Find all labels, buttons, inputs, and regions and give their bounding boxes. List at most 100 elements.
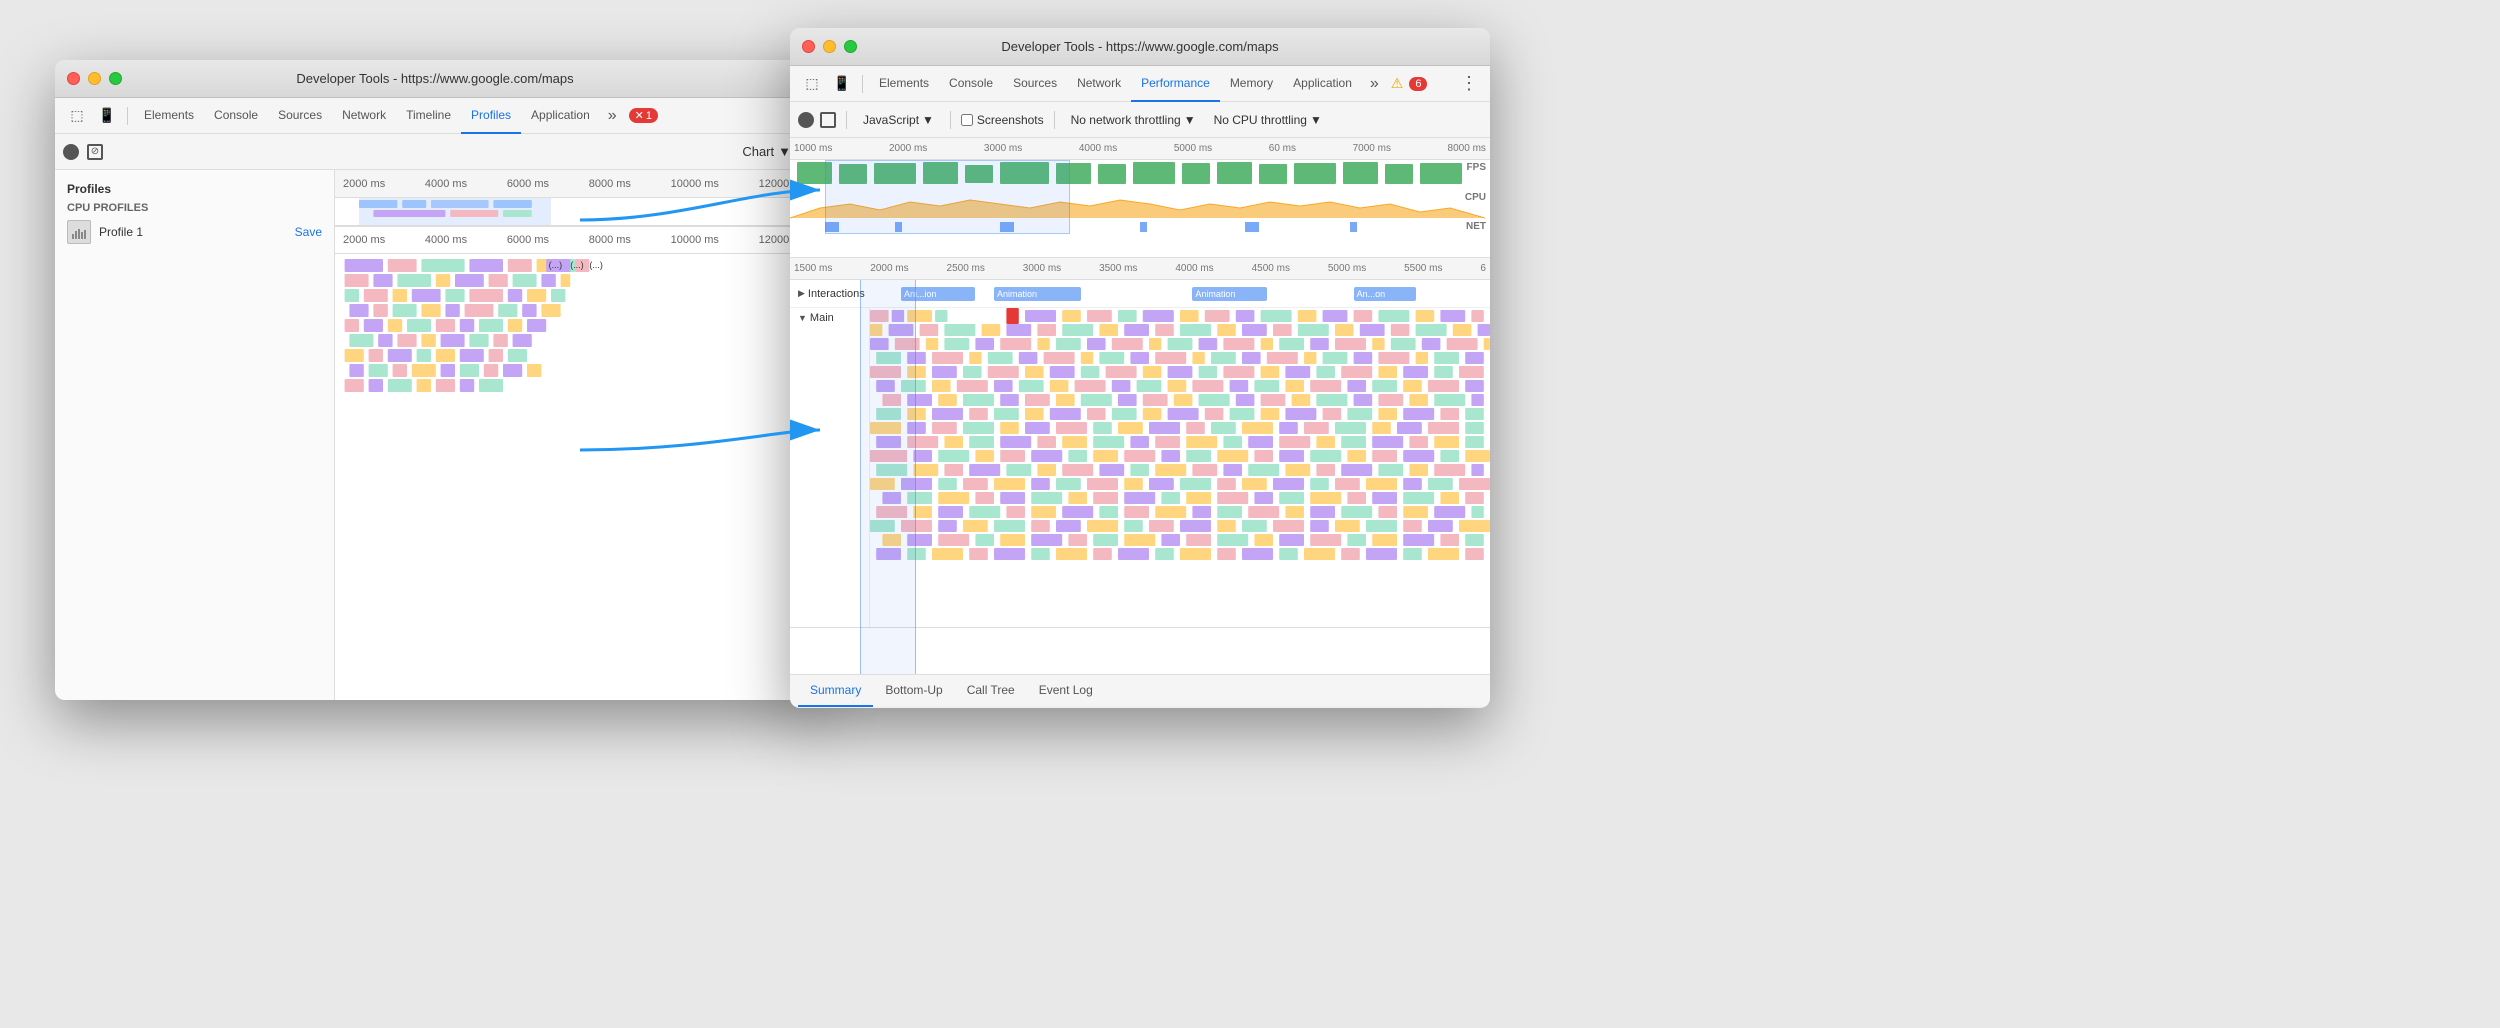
sec-toolbar-sep2	[950, 111, 951, 129]
maximize-button[interactable]	[109, 72, 122, 85]
cpu-profiles-heading: CPU PROFILES	[55, 198, 334, 216]
right-traffic-lights	[802, 40, 857, 53]
perf-detail: 1500 ms 2000 ms 2500 ms 3000 ms 3500 ms …	[790, 258, 1490, 674]
main-label-col: ▼ Main	[790, 308, 870, 627]
stop-icon: ⊘	[91, 146, 99, 157]
close-button[interactable]	[67, 72, 80, 85]
net-label: NET	[1466, 221, 1486, 232]
network-throttle-chevron-icon: ▼	[1184, 113, 1196, 127]
warning-icon: ⚠	[1391, 75, 1404, 92]
right-tab-sources[interactable]: Sources	[1003, 66, 1067, 102]
screenshots-checkbox-label[interactable]: Screenshots	[961, 113, 1044, 127]
right-device-icon[interactable]: 📱	[828, 72, 856, 96]
traffic-lights	[67, 72, 122, 85]
net-chart-svg	[790, 220, 1490, 234]
js-chevron-icon: ▼	[922, 113, 934, 127]
bottom-timeline-labels: 2000 ms 4000 ms 6000 ms 8000 ms 10000 ms…	[343, 234, 807, 246]
profile-save-link[interactable]: Save	[295, 225, 322, 239]
right-tab-application[interactable]: Application	[1283, 66, 1362, 102]
right-tab-elements[interactable]: Elements	[869, 66, 939, 102]
detail-ruler-labels: 1500 ms 2000 ms 2500 ms 3000 ms 3500 ms …	[794, 263, 1486, 274]
profile-name: Profile 1	[99, 225, 287, 239]
cpu-throttle-dropdown[interactable]: No CPU throttling ▼	[1208, 111, 1328, 129]
left-devtools-window: Developer Tools - https://www.google.com…	[55, 60, 815, 700]
right-inspect-icon[interactable]: ⬚	[798, 72, 826, 96]
tab-event-log[interactable]: Event Log	[1027, 675, 1105, 707]
sec-toolbar-sep3	[1054, 111, 1055, 129]
svg-text:(...): (...)	[549, 260, 563, 270]
right-secondary-toolbar: JavaScript ▼ Screenshots No network thro…	[790, 102, 1490, 138]
stop-button[interactable]: ⊘	[87, 144, 103, 160]
right-menu-dots-icon[interactable]: ⋮	[1456, 73, 1482, 94]
cpu-chart: CPU	[790, 190, 1490, 220]
animation-bar-3: Animation	[1192, 287, 1266, 301]
tab-profiles[interactable]: Profiles	[461, 98, 521, 134]
device-icon[interactable]: 📱	[93, 104, 121, 128]
flame-chart-container[interactable]: (...) (...) (...)	[335, 254, 815, 700]
right-error-area: ⚠ 6	[1391, 75, 1428, 92]
tab-bottom-up[interactable]: Bottom-Up	[873, 675, 954, 707]
minimap-chart	[335, 198, 815, 226]
cpu-throttle-chevron-icon: ▼	[1310, 113, 1322, 127]
main-row: ▼ Main	[790, 308, 1490, 628]
right-record-button[interactable]	[798, 112, 814, 128]
profiles-heading: Profiles	[55, 178, 334, 198]
perf-overview: 1000 ms 2000 ms 3000 ms 4000 ms 5000 ms …	[790, 138, 1490, 258]
nav-tabs: Elements Console Sources Network Timelin…	[134, 98, 600, 134]
error-badge: ✕ 1	[629, 108, 658, 123]
interactions-row: ▶ Interactions Ani...ion Animation Anima…	[790, 280, 1490, 308]
bottom-timeline-ruler: 2000 ms 4000 ms 6000 ms 8000 ms 10000 ms…	[335, 226, 815, 254]
record-button[interactable]	[63, 144, 79, 160]
sec-toolbar-sep	[846, 111, 847, 129]
performance-panel: 1000 ms 2000 ms 3000 ms 4000 ms 5000 ms …	[790, 138, 1490, 706]
tab-application[interactable]: Application	[521, 98, 600, 134]
chart-timeline-ruler: 2000 ms 4000 ms 6000 ms 8000 ms 10000 ms…	[335, 170, 815, 198]
profile-item[interactable]: Profile 1 Save	[55, 216, 334, 248]
profile-thumbnail-icon	[71, 224, 87, 240]
ruler-labels: 1000 ms 2000 ms 3000 ms 4000 ms 5000 ms …	[794, 143, 1486, 154]
cpu-chart-overlay	[790, 190, 1490, 220]
right-tab-console[interactable]: Console	[939, 66, 1003, 102]
main-expand-icon[interactable]: ▼	[798, 313, 807, 323]
right-more-tabs-icon[interactable]: »	[1364, 75, 1385, 93]
net-chart: NET	[790, 220, 1490, 234]
tab-sources[interactable]: Sources	[268, 98, 332, 134]
tab-summary[interactable]: Summary	[798, 675, 873, 707]
detail-ruler: 1500 ms 2000 ms 2500 ms 3000 ms 3500 ms …	[790, 258, 1490, 280]
right-maximize-button[interactable]	[844, 40, 857, 53]
timeline-labels: 2000 ms 4000 ms 6000 ms 8000 ms 10000 ms…	[343, 178, 807, 190]
perf-timeline-ruler: 1000 ms 2000 ms 3000 ms 4000 ms 5000 ms …	[790, 138, 1490, 160]
main-chart-col	[870, 308, 1490, 627]
expand-icon[interactable]: ▶	[798, 288, 805, 299]
tab-elements[interactable]: Elements	[134, 98, 204, 134]
right-nav-tabs: Elements Console Sources Network Perform…	[869, 66, 1362, 102]
tab-network[interactable]: Network	[332, 98, 396, 134]
right-minimize-button[interactable]	[823, 40, 836, 53]
inspect-icon[interactable]: ⬚	[63, 104, 91, 128]
right-title-bar: Developer Tools - https://www.google.com…	[790, 28, 1490, 66]
overview-chart: 2000 ms 4000 ms 6000 ms 8000 ms 10000 ms…	[335, 170, 815, 226]
left-nav-toolbar: ⬚ 📱 Elements Console Sources Network Tim…	[55, 98, 815, 134]
tab-call-tree[interactable]: Call Tree	[955, 675, 1027, 707]
interactions-content: Ani...ion Animation Animation An...on	[870, 280, 1490, 307]
network-throttle-dropdown[interactable]: No network throttling ▼	[1065, 111, 1202, 129]
tab-timeline[interactable]: Timeline	[396, 98, 461, 134]
right-tab-performance[interactable]: Performance	[1131, 66, 1220, 102]
js-dropdown[interactable]: JavaScript ▼	[857, 111, 940, 129]
right-tab-memory[interactable]: Memory	[1220, 66, 1283, 102]
tab-console[interactable]: Console	[204, 98, 268, 134]
animation-bar-1: Ani...ion	[901, 287, 975, 301]
interactions-label: ▶ Interactions	[790, 288, 870, 300]
right-tab-network[interactable]: Network	[1067, 66, 1131, 102]
screenshots-checkbox[interactable]	[961, 114, 973, 126]
right-close-button[interactable]	[802, 40, 815, 53]
left-content: Profiles CPU PROFILES Profile 1 Save	[55, 170, 815, 700]
chart-area: 2000 ms 4000 ms 6000 ms 8000 ms 10000 ms…	[335, 170, 815, 700]
animation-bar-4: An...on	[1354, 287, 1416, 301]
fps-label: FPS	[1467, 162, 1486, 173]
right-stop-button[interactable]	[820, 112, 836, 128]
right-devtools-window: Developer Tools - https://www.google.com…	[790, 28, 1490, 708]
more-tabs-icon[interactable]: »	[602, 107, 623, 125]
main-label-expand: ▼ Main	[798, 312, 861, 324]
minimize-button[interactable]	[88, 72, 101, 85]
